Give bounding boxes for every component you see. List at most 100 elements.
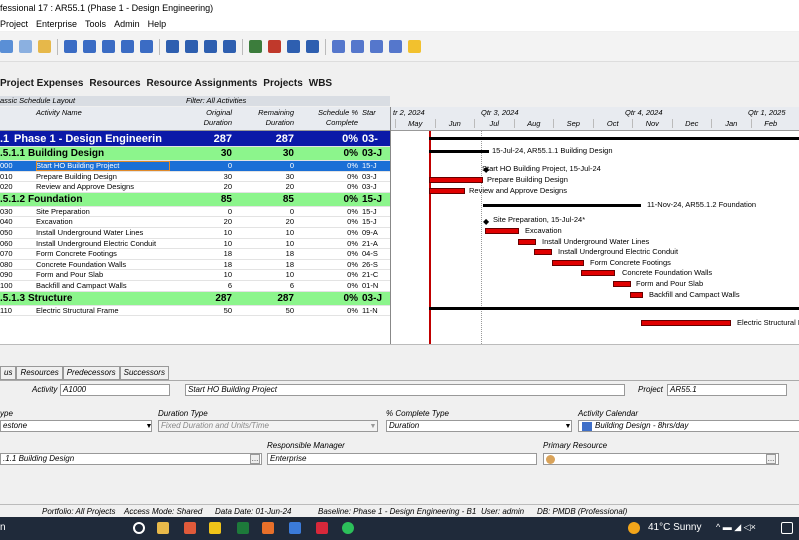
zoom-in-icon[interactable]	[332, 40, 345, 53]
open-icon[interactable]	[19, 40, 32, 53]
link-icon[interactable]	[287, 40, 300, 53]
duration-type-select[interactable]: Fixed Duration and Units/Time	[158, 420, 378, 432]
chevron-down-icon[interactable]: ▼	[563, 422, 573, 432]
spotify-icon[interactable]	[342, 522, 354, 534]
start-icon[interactable]	[133, 522, 145, 534]
app3-icon[interactable]	[289, 522, 301, 534]
prep-bar[interactable]	[429, 177, 483, 183]
profile-icon[interactable]	[140, 40, 153, 53]
tab-resources[interactable]: Resources	[89, 78, 140, 89]
print-icon[interactable]	[389, 40, 402, 53]
app2-icon[interactable]	[262, 522, 274, 534]
chevron-down-icon[interactable]: ▼	[368, 422, 378, 432]
tab-project-expenses[interactable]: Project Expenses	[0, 78, 83, 89]
filter-label[interactable]: Filter: All Activities	[186, 96, 246, 106]
electric-bar[interactable]	[534, 249, 552, 255]
table-row[interactable]: 070 Form Concrete Footings 18 18 0% 04-S	[0, 249, 390, 260]
save-icon[interactable]	[0, 40, 13, 53]
structure-summary-bar[interactable]	[429, 307, 799, 310]
notification-icon[interactable]	[781, 522, 793, 534]
menu-help[interactable]: Help	[148, 17, 167, 31]
bd-summary-bar[interactable]	[429, 150, 485, 153]
filter-icon[interactable]	[204, 40, 217, 53]
milestone-diamond[interactable]: ◆	[483, 166, 489, 174]
water-bar[interactable]	[518, 239, 536, 245]
foundation-summary-bar[interactable]	[483, 204, 641, 207]
bars-icon[interactable]	[185, 40, 198, 53]
backfill-bar[interactable]	[630, 292, 643, 298]
table-row[interactable]: 030 Site Preparation 0 0 0% 15-J	[0, 207, 390, 218]
ellipsis-button[interactable]: …	[250, 454, 260, 464]
tab-projects[interactable]: Projects	[263, 78, 302, 89]
col-activity-name[interactable]: Activity Name	[36, 108, 82, 118]
table-row[interactable]: 060 Install Underground Electric Conduit 1…	[0, 239, 390, 250]
col-original-duration[interactable]: Original Duration	[196, 108, 232, 128]
table-row[interactable]: 080 Concrete Foundation Walls 18 18 0% 26-S	[0, 260, 390, 271]
group-icon[interactable]	[223, 40, 236, 53]
columns-icon[interactable]	[166, 40, 179, 53]
slab-bar[interactable]	[613, 281, 631, 287]
table-row[interactable]: .5.1.3 Structure 287 287 0% 03-J	[0, 291, 390, 306]
app-icon[interactable]	[209, 522, 221, 534]
responsible-manager-field[interactable]: Enterprise	[267, 453, 537, 465]
table-row[interactable]: .5.1.1 Building Design 30 30 0% 03-J	[0, 147, 390, 161]
search-icon[interactable]	[370, 40, 383, 53]
calendar-select[interactable]: Building Design - 8hrs/day	[578, 420, 799, 432]
tray-icons[interactable]: ^ ▬ ◢ ◁×	[716, 522, 756, 533]
menu-admin[interactable]: Admin	[114, 17, 140, 31]
percent-complete-type-select[interactable]: Duration	[386, 420, 572, 432]
site-milestone[interactable]: ◆	[483, 218, 489, 226]
col-schedule-complete[interactable]: Schedule % Complete	[302, 108, 358, 128]
note-icon[interactable]	[306, 40, 319, 53]
activity-name-field[interactable]: Start HO Building Project	[185, 384, 625, 396]
menu-tools[interactable]: Tools	[85, 17, 106, 31]
browser-icon[interactable]	[184, 522, 196, 534]
tab-status[interactable]: us	[0, 366, 17, 380]
menu-enterprise[interactable]: Enterprise	[36, 17, 77, 31]
frame-bar[interactable]	[641, 320, 731, 326]
chart-icon[interactable]	[121, 40, 134, 53]
taskbar-search-text[interactable]: n	[0, 522, 6, 533]
project-field[interactable]: AR55.1	[667, 384, 787, 396]
activity-type-select[interactable]: estone	[0, 420, 152, 432]
tab-predecessors[interactable]: Predecessors	[62, 366, 120, 380]
tab-successors[interactable]: Successors	[119, 366, 169, 380]
horizontal-scrollbar[interactable]	[0, 344, 799, 356]
phase-summary-bar[interactable]	[429, 137, 799, 140]
table-row[interactable]: 040 Excavation 20 20 0% 15-J	[0, 217, 390, 228]
table-row[interactable]: 100 Backfill and Campact Walls 6 6 0% 01-N	[0, 281, 390, 292]
chevron-down-icon[interactable]: ▼	[144, 422, 154, 432]
cut-icon[interactable]	[38, 40, 51, 53]
table-row[interactable]: 020 Review and Approve Designs 20 20 0% 03-J	[0, 182, 390, 193]
col-start[interactable]: Star	[362, 108, 376, 118]
gantt-icon[interactable]	[83, 40, 96, 53]
excavation-bar[interactable]	[485, 228, 519, 234]
footing-bar[interactable]	[552, 260, 584, 266]
table-icon[interactable]	[102, 40, 115, 53]
help-icon[interactable]	[408, 40, 421, 53]
ellipsis-button[interactable]: …	[766, 454, 776, 464]
app4-icon[interactable]	[316, 522, 328, 534]
table-row[interactable]: 050 Install Underground Water Lines 10 10 0%…	[0, 228, 390, 239]
weather-text[interactable]: 41°C Sunny	[648, 522, 701, 533]
table-row[interactable]: 090 Form and Pour Slab 10 10 0% 21-C	[0, 270, 390, 281]
walls-bar[interactable]	[581, 270, 615, 276]
activity-id-field[interactable]: A1000	[60, 384, 170, 396]
primary-resource-field[interactable]	[543, 453, 779, 465]
layout-icon[interactable]	[64, 40, 77, 53]
table-row[interactable]: 110 Electric Structural Frame 50 50 0% 11-N	[0, 306, 390, 317]
tab-wbs[interactable]: WBS	[309, 78, 332, 89]
menu-project[interactable]: Project	[0, 17, 28, 31]
zoom-out-icon[interactable]	[351, 40, 364, 53]
table-row[interactable]: .1 Phase 1 - Design Engineerin 287 287 0% 03-	[0, 131, 390, 147]
review-bar[interactable]	[429, 188, 465, 194]
file-explorer-icon[interactable]	[157, 522, 169, 534]
table-row[interactable]: 000 Start HO Building Project 0 0 0% 15-J	[0, 161, 390, 172]
schedule-icon[interactable]	[249, 40, 262, 53]
wbs-field[interactable]: .1.1 Building Design	[0, 453, 262, 465]
level-icon[interactable]	[268, 40, 281, 53]
col-remaining-duration[interactable]: Remaining Duration	[248, 108, 294, 128]
tab-resource-assignments[interactable]: Resource Assignments	[147, 78, 258, 89]
tab-resources-detail[interactable]: Resources	[16, 366, 63, 380]
layout-name[interactable]: assic Schedule Layout	[0, 96, 75, 105]
